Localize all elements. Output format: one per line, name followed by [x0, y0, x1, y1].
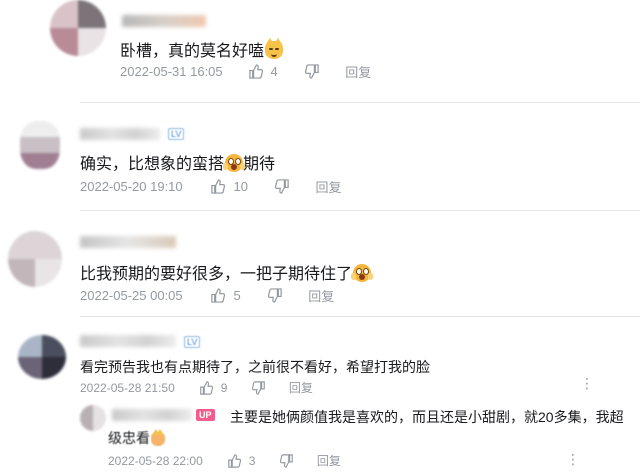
comment-text: 确实，比想象的蛮搭 期待 — [80, 150, 275, 174]
thumbs-down-icon[interactable] — [268, 288, 283, 303]
comment-date: 2022-05-31 16:05 — [120, 64, 223, 79]
reply-username-blurred[interactable] — [112, 409, 192, 421]
user-avatar[interactable] — [20, 121, 60, 169]
thumbs-down-icon[interactable] — [252, 380, 266, 395]
username-blurred[interactable] — [122, 15, 206, 27]
like-count: 4 — [270, 64, 278, 79]
reply-button[interactable]: 回复 — [317, 452, 341, 469]
like-count: 10 — [233, 179, 248, 194]
reply-button[interactable]: 回复 — [345, 62, 371, 81]
username-blurred[interactable] — [80, 236, 176, 248]
reply-text-line2: 级忠看 — [108, 428, 165, 448]
comment-text-content: 卧槽，真的莫名好嗑 — [120, 43, 265, 60]
reply-user-avatar[interactable] — [80, 405, 106, 431]
reply-button[interactable]: 回复 — [308, 286, 334, 305]
comment-meta: 2022-05-25 00:05 5 回复 — [80, 286, 334, 305]
reply-text-line2-content: 级忠看 — [108, 430, 150, 446]
reply-button[interactable]: 回复 — [316, 177, 342, 196]
thumbs-down-icon[interactable] — [275, 179, 290, 194]
emoji-icon — [151, 429, 165, 446]
comment-meta: 2022-05-28 21:50 9 回复 — [80, 379, 313, 396]
thumbs-up-icon[interactable] — [210, 179, 225, 194]
thumbs-up-icon[interactable] — [248, 64, 263, 79]
reply-date: 2022-05-28 22:00 — [108, 453, 203, 468]
comment-text-content: 比我预期的要好很多，一把子期待住了 — [80, 266, 353, 283]
username-blurred[interactable] — [80, 335, 176, 347]
level-badge: LV — [168, 128, 185, 140]
thumbs-up-icon[interactable] — [199, 380, 214, 395]
reply-text-line1: 主要是她俩颜值我是喜欢的，而且还是小甜剧，就20多集，我超 — [230, 409, 624, 425]
thumbs-up-icon[interactable] — [227, 453, 242, 468]
like-count: 5 — [233, 288, 241, 303]
comment-meta: 2022-05-31 16:05 4 回复 — [120, 62, 371, 81]
thumbs-down-icon[interactable] — [305, 64, 320, 79]
thumbs-down-icon[interactable] — [280, 453, 294, 468]
shocked-face-icon — [351, 264, 374, 282]
comment-text: 比我预期的要好很多，一把子期待住了 — [80, 260, 374, 284]
comment-meta: 2022-05-20 19:10 10 回复 — [80, 177, 342, 196]
comment-date: 2022-05-20 19:10 — [80, 179, 183, 194]
reply-like-count: 3 — [248, 453, 256, 468]
comment-date: 2022-05-25 00:05 — [80, 288, 183, 303]
user-avatar[interactable] — [8, 231, 62, 287]
more-options-icon[interactable]: ⋮ — [566, 451, 580, 468]
comment-text: 看完预告我也有点期待了，之前很不看好，希望打我的脸 — [80, 357, 430, 377]
comment-text-content: 看完预告我也有点期待了，之前很不看好，希望打我的脸 — [80, 359, 430, 375]
shocked-face-icon — [223, 154, 246, 172]
reply-meta: 2022-05-28 22:00 3 回复 — [108, 452, 341, 469]
user-avatar[interactable] — [18, 335, 66, 379]
comment-text-suffix: 期待 — [243, 156, 276, 173]
comment-text: 卧槽，真的莫名好嗑 — [120, 37, 284, 61]
username-blurred[interactable] — [80, 128, 160, 140]
comment-item: 卧槽，真的莫名好嗑 2022-05-31 16:05 4 回复 — [0, 0, 640, 100]
comment-item: LV 看完预告我也有点期待了，之前很不看好，希望打我的脸 2022-05-28 … — [0, 317, 640, 474]
comment-date: 2022-05-28 21:50 — [80, 380, 175, 395]
level-badge: LV — [184, 336, 201, 348]
comment-text-content: 确实，比想象的蛮搭 — [80, 156, 225, 173]
comment-item: LV 确实，比想象的蛮搭 期待 2022-05-20 19:10 10 回复 — [0, 103, 640, 209]
up-badge: UP — [196, 409, 215, 421]
user-avatar[interactable] — [50, 0, 106, 56]
comment-item: 比我预期的要好很多，一把子期待住了 2022-05-25 00:05 5 回复 — [0, 211, 640, 311]
thumbs-up-icon[interactable] — [210, 288, 225, 303]
cat-face-icon — [265, 38, 284, 59]
reply-item: UP 主要是她俩颜值我是喜欢的，而且还是小甜剧，就20多集，我超 级忠看 202… — [0, 401, 640, 474]
like-count: 9 — [220, 380, 228, 395]
more-options-icon[interactable]: ⋮ — [580, 375, 594, 392]
reply-button[interactable]: 回复 — [289, 379, 313, 396]
